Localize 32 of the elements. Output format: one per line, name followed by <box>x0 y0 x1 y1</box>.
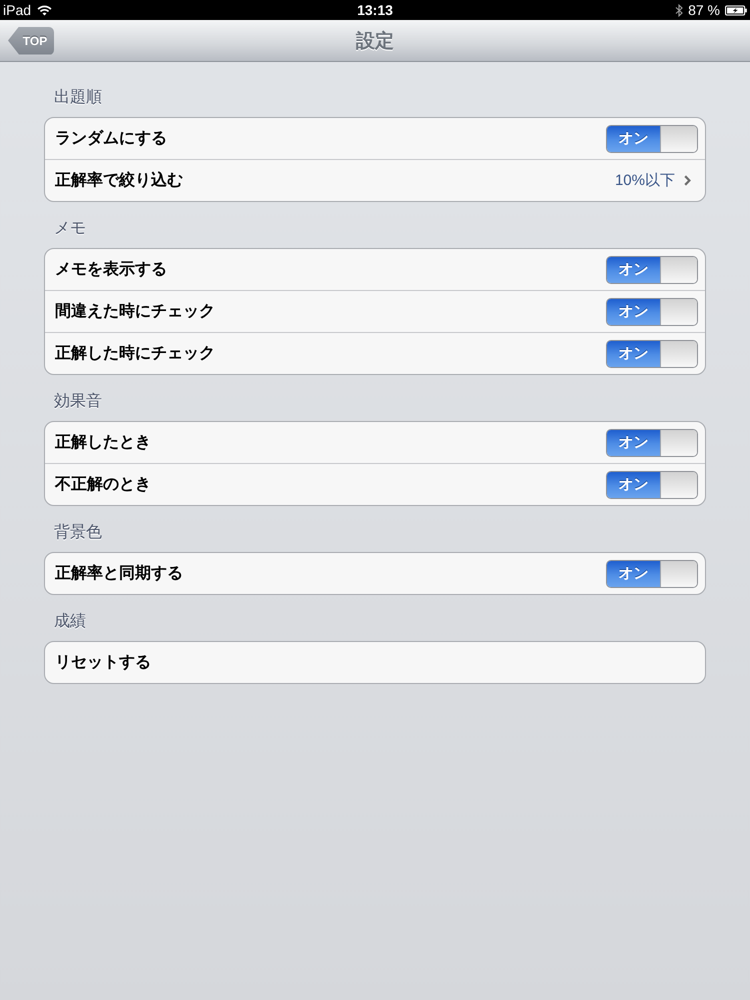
page-title: 設定 <box>356 30 394 54</box>
row-label: 正解した時にチェック <box>55 344 215 364</box>
section-header: 成績 <box>53 612 87 632</box>
row-label: 正解率で絞り込む <box>55 170 183 191</box>
bluetooth-icon <box>675 4 684 16</box>
section-header: 背景色 <box>53 523 103 543</box>
chevron-right-icon <box>684 175 691 186</box>
battery-charging-icon <box>725 4 747 16</box>
toggle-switch[interactable]: オン <box>606 298 698 326</box>
toggle-switch[interactable]: オン <box>606 428 698 456</box>
toggle-switch[interactable]: オン <box>606 340 698 368</box>
clock-time: 13:13 <box>357 2 393 18</box>
reset-row[interactable]: リセットする <box>45 642 705 683</box>
battery-percent: 87 % <box>688 2 720 18</box>
row-value: 10%以下 <box>614 171 675 190</box>
section-header: 効果音 <box>53 392 103 412</box>
disclosure-row[interactable]: 正解率で絞り込む 10%以下 <box>45 159 705 201</box>
toggle-switch[interactable]: オン <box>606 560 698 588</box>
row-label: 正解したとき <box>55 433 151 453</box>
toggle-switch[interactable]: オン <box>606 256 698 284</box>
section-header: 出題順 <box>53 88 103 108</box>
row-label: ランダムにする <box>55 128 167 149</box>
toggle-switch[interactable]: オン <box>606 470 698 498</box>
toggle-switch[interactable]: オン <box>606 124 698 152</box>
row-label: 間違えた時にチェック <box>55 302 215 322</box>
section-header: メモ <box>53 219 87 239</box>
row-label: 不正解のとき <box>55 475 151 495</box>
row-label: メモを表示する <box>55 260 167 280</box>
device-name: iPad <box>3 2 32 18</box>
row-label: 正解率と同期する <box>55 563 183 584</box>
back-button[interactable]: TOP <box>8 26 54 54</box>
wifi-icon <box>37 4 52 16</box>
